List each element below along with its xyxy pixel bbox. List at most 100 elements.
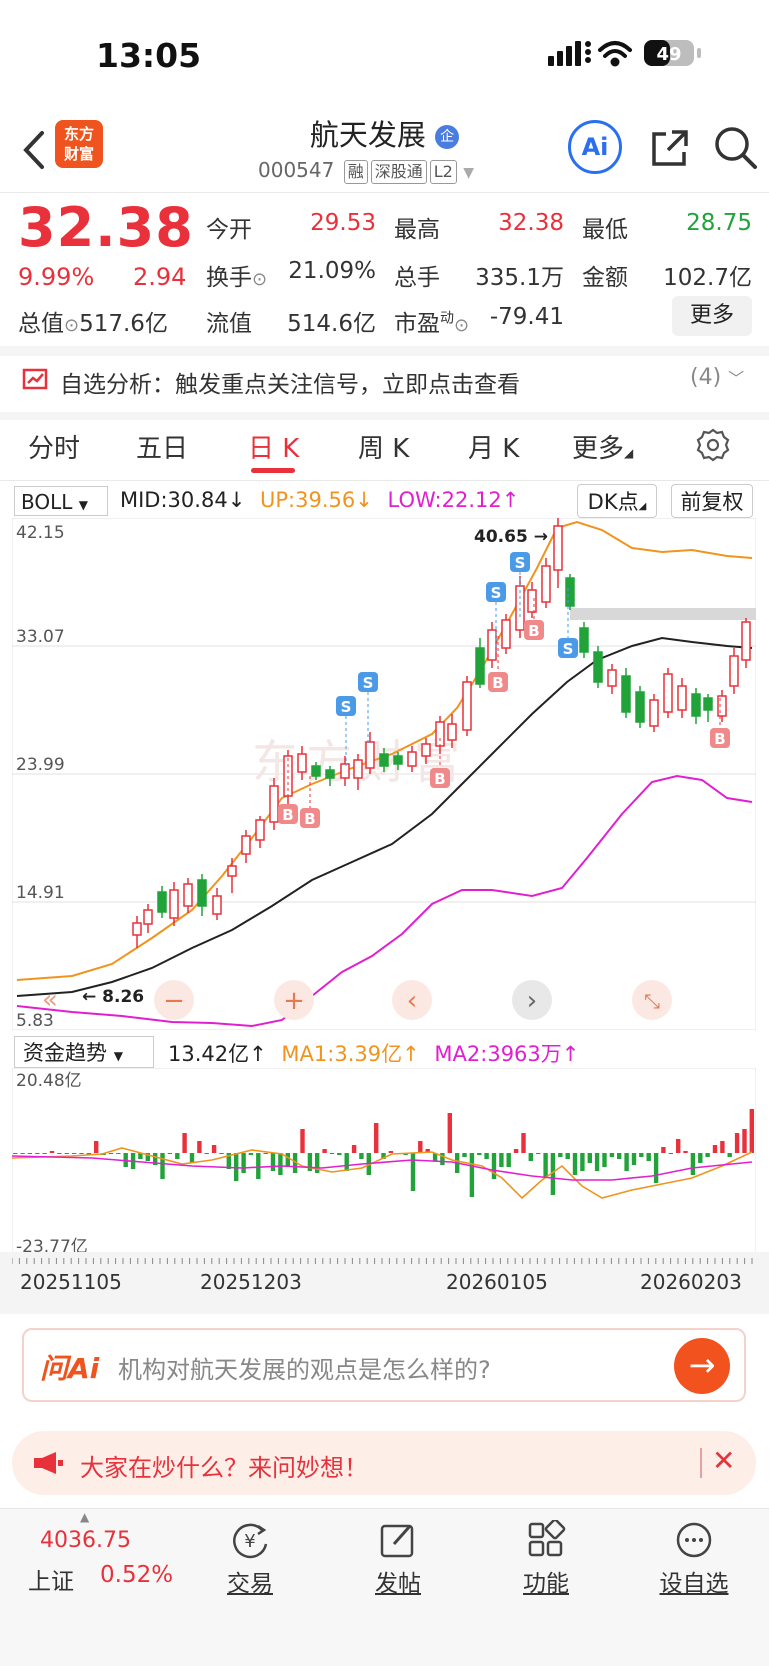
fund-bar xyxy=(631,1153,637,1165)
wifi-icon xyxy=(598,41,632,67)
fund-bar xyxy=(374,1123,379,1153)
share-icon[interactable] xyxy=(648,126,692,170)
ai-button[interactable]: Ai xyxy=(568,120,622,174)
turnover-value: 21.09% xyxy=(288,258,376,284)
gear-icon[interactable] xyxy=(696,428,730,462)
battery-icon: 49 xyxy=(644,40,701,66)
fund-bar xyxy=(344,1153,349,1171)
tab-daily-k[interactable]: 日 K xyxy=(248,428,299,465)
boll-mid: MID:30.84 xyxy=(120,488,228,512)
last-price: 32.38 xyxy=(18,196,194,259)
candle xyxy=(527,589,537,613)
signal-icon xyxy=(548,41,591,66)
tab-five-day[interactable]: 五日 xyxy=(136,428,188,465)
candle xyxy=(311,765,321,777)
fund-bar xyxy=(742,1129,747,1153)
nav-label: 发帖 xyxy=(375,1571,421,1597)
adjust-button[interactable]: 前复权 xyxy=(671,484,753,518)
fund-bar xyxy=(189,1153,195,1163)
fund-bar xyxy=(285,1153,290,1167)
prev-button: ‹ xyxy=(392,980,432,1020)
fund-bar xyxy=(256,1153,261,1179)
fund-bar xyxy=(300,1129,305,1153)
fund-bar xyxy=(690,1153,696,1175)
nav-label: 设自选 xyxy=(659,1571,729,1597)
high-label: 最高 xyxy=(394,217,440,243)
fund-bar xyxy=(712,1145,718,1153)
candle xyxy=(663,673,673,713)
candle xyxy=(729,655,739,687)
fund-bar xyxy=(720,1141,725,1153)
candle xyxy=(157,891,167,913)
date-label: 20251203 xyxy=(200,1270,302,1294)
candle xyxy=(501,619,511,649)
fund-value: 13.42亿 xyxy=(168,1042,250,1066)
close-icon[interactable]: ✕ xyxy=(712,1444,735,1477)
candle xyxy=(365,741,375,769)
ai-placeholder: 机构对航天发展的观点是怎么样的? xyxy=(118,1356,491,1384)
nav-functions[interactable]: 功能 xyxy=(496,1518,596,1598)
fund-bar xyxy=(521,1133,526,1153)
turnover-label: 换手⊙ xyxy=(206,265,268,291)
fund-y-top: 20.48亿 xyxy=(16,1071,82,1091)
tab-intraday[interactable]: 分时 xyxy=(28,428,80,465)
candle xyxy=(475,647,485,685)
candle xyxy=(541,565,551,603)
indicator-select[interactable]: BOLL ▼ xyxy=(14,486,108,516)
svg-text:S: S xyxy=(515,554,526,572)
pe-label: 市盈动⊙ xyxy=(394,310,470,337)
tab-more[interactable]: 更多◢ xyxy=(572,428,633,465)
candle xyxy=(169,889,179,919)
candle xyxy=(435,721,445,747)
more-button[interactable]: 更多 xyxy=(672,296,752,336)
nav-post[interactable]: 发帖 xyxy=(348,1520,448,1598)
stock-code-row[interactable]: 000547 融深股通 L2 ▼ xyxy=(258,158,474,184)
fullscreen-button: ⤡ xyxy=(632,980,672,1020)
svg-text:B: B xyxy=(282,806,293,824)
yen-cycle-icon: ¥ xyxy=(233,1523,268,1559)
fund-bar xyxy=(653,1153,659,1183)
svg-text:+: + xyxy=(283,986,305,1016)
high-price-mark: 40.65 → xyxy=(474,527,548,547)
nav-trade[interactable]: ¥ 交易 xyxy=(200,1520,300,1598)
fund-ma2: MA2:3963万 xyxy=(434,1042,562,1066)
signal-text: 自选分析：触发重点关注信号，立即点击查看 xyxy=(60,372,520,398)
fund-chart[interactable]: 20.48亿 -23.77亿 xyxy=(12,1068,756,1258)
fund-bar xyxy=(204,1153,209,1154)
svg-text:S: S xyxy=(563,640,574,658)
svg-text:¥: ¥ xyxy=(244,1531,255,1552)
fund-bar xyxy=(587,1153,592,1163)
tab-underline xyxy=(251,468,295,473)
tab-weekly-k[interactable]: 周 K xyxy=(358,428,409,465)
edit-icon xyxy=(380,1524,414,1558)
nav-add-watchlist[interactable]: 设自选 xyxy=(644,1520,744,1598)
fund-bar xyxy=(175,1153,180,1159)
fund-bar xyxy=(528,1153,533,1161)
candle xyxy=(421,743,431,757)
fund-bar xyxy=(94,1141,99,1153)
y-label-2: 33.07 xyxy=(16,627,65,647)
svg-text:B: B xyxy=(304,810,315,828)
index-value[interactable]: 4036.75 xyxy=(40,1528,131,1553)
boll-up: UP:39.56 xyxy=(259,488,356,512)
section-gap xyxy=(0,412,769,420)
tab-monthly-k[interactable]: 月 K xyxy=(468,428,519,465)
fund-bar xyxy=(160,1153,165,1179)
fund-bar xyxy=(42,1153,47,1154)
index-name[interactable]: 上证 xyxy=(28,1562,74,1596)
svg-text:S: S xyxy=(491,584,502,602)
index-change[interactable]: 0.52% xyxy=(100,1562,173,1588)
status-icons: 49 xyxy=(548,40,701,67)
search-icon[interactable] xyxy=(712,124,758,170)
fund-bar xyxy=(57,1153,62,1154)
arrow-right-icon[interactable]: → xyxy=(674,1338,730,1394)
fund-trend-select[interactable]: 资金趋势 ▼ xyxy=(14,1036,154,1068)
dk-point-button[interactable]: DK点◢ xyxy=(577,484,657,518)
fund-bar xyxy=(278,1153,283,1175)
svg-text:B: B xyxy=(434,770,445,788)
nav-label: 功能 xyxy=(523,1571,569,1597)
candle xyxy=(143,909,153,925)
divider xyxy=(0,480,769,481)
kline-chart[interactable]: 东方财富 42.15 33.07 23.99 14.91 5.83 xyxy=(12,518,756,1030)
fund-bar xyxy=(337,1153,342,1155)
